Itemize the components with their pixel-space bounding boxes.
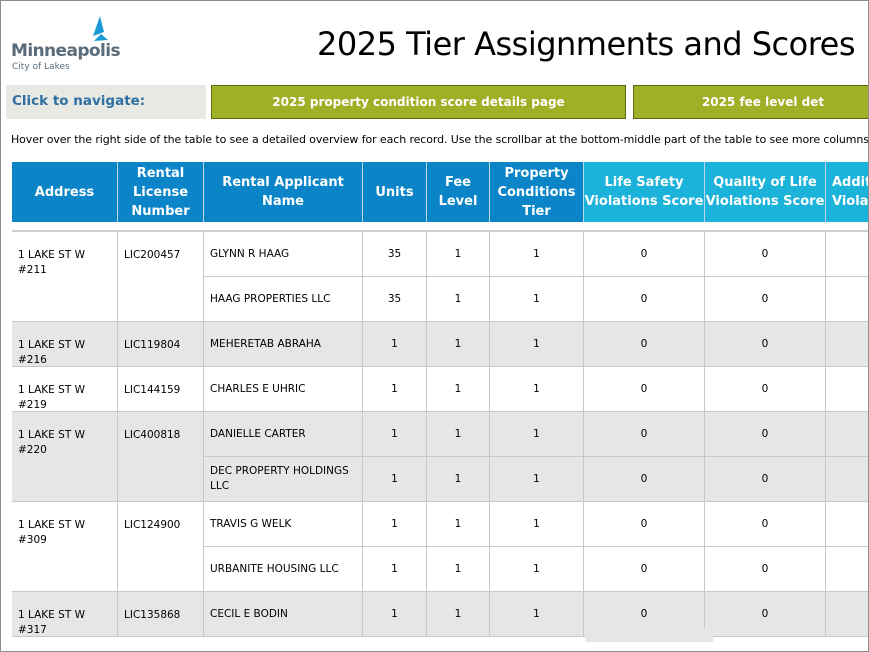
header-additional-violations: Additi Violati: [826, 162, 868, 222]
cell-units: 35: [363, 277, 427, 322]
navigate-label-box: Click to navigate:: [6, 85, 206, 119]
cell-quality-of-life-score: 0: [705, 232, 826, 277]
cell-units: 1: [363, 322, 427, 367]
cell-conditions-tier: 1: [490, 412, 584, 457]
cell-fee-level: 1: [427, 277, 490, 322]
cell-conditions-tier: 1: [490, 232, 584, 277]
cell-license: LIC135868: [118, 592, 204, 637]
minneapolis-logo: Minneapolis City of Lakes: [11, 15, 121, 75]
cell-additional-violations: [826, 277, 868, 322]
header-separator: [12, 222, 868, 232]
cell-applicant-name: URBANITE HOUSING LLC: [204, 547, 363, 592]
cell-life-safety-score: 0: [584, 502, 705, 547]
cell-fee-level: 1: [427, 457, 490, 502]
cell-address: 1 LAKE ST W #219: [12, 367, 118, 412]
cell-conditions-tier: 1: [490, 457, 584, 502]
page-title: 2025 Tier Assignments and Scores: [317, 25, 856, 63]
cell-units: 1: [363, 412, 427, 457]
fee-level-details-button[interactable]: 2025 fee level det: [633, 85, 868, 119]
header-license: Rental License Number: [118, 162, 204, 222]
cell-fee-level: 1: [427, 592, 490, 637]
header-applicant-name: Rental Applicant Name: [204, 162, 363, 222]
cell-quality-of-life-score: 0: [705, 412, 826, 457]
cell-conditions-tier: 1: [490, 592, 584, 637]
header-quality-of-life-score: Quality of Life Violations Score: [705, 162, 826, 222]
cell-license: LIC124900: [118, 502, 204, 592]
cell-units: 1: [363, 367, 427, 412]
cell-fee-level: 1: [427, 502, 490, 547]
cell-quality-of-life-score: 0: [705, 592, 826, 637]
cell-quality-of-life-score: 0: [705, 502, 826, 547]
cell-applicant-name: CECIL E BODIN: [204, 592, 363, 637]
cell-license: LIC119804: [118, 322, 204, 367]
cell-license: LIC144159: [118, 367, 204, 412]
header-fee-level: Fee Level: [427, 162, 490, 222]
cell-units: 35: [363, 232, 427, 277]
cell-life-safety-score: 0: [584, 367, 705, 412]
navigate-label: Click to navigate:: [12, 93, 146, 109]
cell-applicant-name: DEC PROPERTY HOLDINGS LLC: [204, 457, 363, 502]
cell-conditions-tier: 1: [490, 547, 584, 592]
cell-units: 1: [363, 547, 427, 592]
cell-quality-of-life-score: 0: [705, 322, 826, 367]
property-condition-details-button[interactable]: 2025 property condition score details pa…: [211, 85, 626, 119]
cell-conditions-tier: 1: [490, 322, 584, 367]
cell-additional-violations: [826, 322, 868, 367]
cell-additional-violations: [826, 592, 868, 637]
cell-address: 1 LAKE ST W #220: [12, 412, 118, 502]
cell-fee-level: 1: [427, 547, 490, 592]
cell-address: 1 LAKE ST W #216: [12, 322, 118, 367]
instruction-text: Hover over the right side of the table t…: [11, 133, 869, 146]
cell-additional-violations: [826, 412, 868, 457]
cell-quality-of-life-score: 0: [705, 457, 826, 502]
cell-conditions-tier: 1: [490, 367, 584, 412]
cell-life-safety-score: 0: [584, 322, 705, 367]
header-life-safety-score: Life Safety Violations Score: [584, 162, 705, 222]
cell-conditions-tier: 1: [490, 502, 584, 547]
cell-fee-level: 1: [427, 367, 490, 412]
header-conditions-tier: Property Conditions Tier: [490, 162, 584, 222]
cell-fee-level: 1: [427, 232, 490, 277]
logo-name: Minneapolis: [11, 41, 121, 61]
cell-units: 1: [363, 592, 427, 637]
report-frame: Minneapolis City of Lakes 2025 Tier Assi…: [0, 0, 869, 652]
cell-quality-of-life-score: 0: [705, 547, 826, 592]
cell-address: 1 LAKE ST W #309: [12, 502, 118, 592]
cell-applicant-name: CHARLES E UHRIC: [204, 367, 363, 412]
header-address: Address: [12, 162, 118, 222]
horizontal-scrollbar[interactable]: [585, 628, 713, 642]
cell-conditions-tier: 1: [490, 277, 584, 322]
cell-applicant-name: HAAG PROPERTIES LLC: [204, 277, 363, 322]
cell-life-safety-score: 0: [584, 457, 705, 502]
cell-quality-of-life-score: 0: [705, 367, 826, 412]
cell-address: 1 LAKE ST W #211: [12, 232, 118, 322]
cell-units: 1: [363, 502, 427, 547]
cell-applicant-name: GLYNN R HAAG: [204, 232, 363, 277]
cell-license: LIC400818: [118, 412, 204, 502]
cell-life-safety-score: 0: [584, 412, 705, 457]
cell-applicant-name: TRAVIS G WELK: [204, 502, 363, 547]
logo-tagline: City of Lakes: [12, 62, 70, 72]
cell-quality-of-life-score: 0: [705, 277, 826, 322]
cell-additional-violations: [826, 502, 868, 547]
cell-life-safety-score: 0: [584, 277, 705, 322]
cell-additional-violations: [826, 547, 868, 592]
cell-additional-violations: [826, 367, 868, 412]
cell-applicant-name: MEHERETAB ABRAHA: [204, 322, 363, 367]
cell-license: LIC200457: [118, 232, 204, 322]
cell-units: 1: [363, 457, 427, 502]
cell-applicant-name: DANIELLE CARTER: [204, 412, 363, 457]
cell-life-safety-score: 0: [584, 232, 705, 277]
cell-additional-violations: [826, 232, 868, 277]
cell-fee-level: 1: [427, 412, 490, 457]
cell-life-safety-score: 0: [584, 547, 705, 592]
cell-fee-level: 1: [427, 322, 490, 367]
cell-address: 1 LAKE ST W #317: [12, 592, 118, 637]
cell-additional-violations: [826, 457, 868, 502]
header-units: Units: [363, 162, 427, 222]
sailboat-icon: [93, 16, 108, 41]
